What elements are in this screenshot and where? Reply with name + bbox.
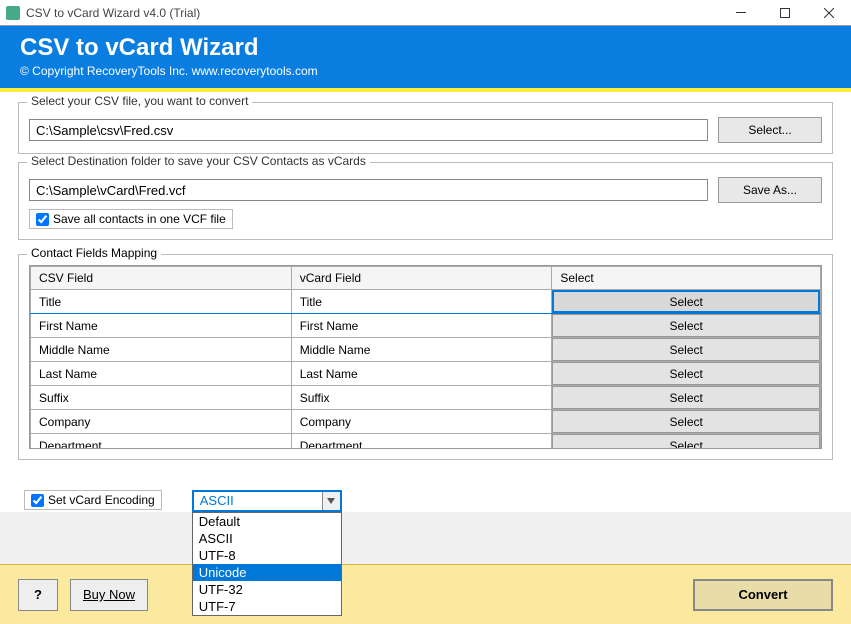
col-vcard: vCard Field: [291, 267, 552, 290]
table-row[interactable]: Last NameLast NameSelect: [31, 362, 821, 386]
encoding-checkbox[interactable]: [31, 494, 44, 507]
select-field-button[interactable]: Select: [552, 290, 820, 313]
select-field-button[interactable]: Select: [552, 362, 820, 385]
chevron-down-icon[interactable]: [322, 492, 340, 510]
csv-path-input[interactable]: [29, 119, 708, 141]
select-field-button[interactable]: Select: [552, 338, 820, 361]
encoding-option[interactable]: UTF-7: [193, 598, 341, 615]
copyright-text: © Copyright RecoveryTools Inc. www.recov…: [20, 64, 831, 78]
help-button[interactable]: ?: [18, 579, 58, 611]
titlebar: CSV to vCard Wizard v4.0 (Trial): [0, 0, 851, 26]
vcard-field-cell: Company: [291, 410, 552, 434]
vcard-field-cell: First Name: [291, 314, 552, 338]
csv-field-cell: Title: [31, 290, 292, 314]
dest-section-legend: Select Destination folder to save your C…: [27, 154, 370, 168]
save-as-button[interactable]: Save As...: [718, 177, 822, 203]
encoding-option[interactable]: Default: [193, 513, 341, 530]
table-row[interactable]: First NameFirst NameSelect: [31, 314, 821, 338]
vcard-field-cell: Title: [291, 290, 552, 314]
destination-section: Select Destination folder to save your C…: [18, 162, 833, 240]
select-cell: Select: [552, 434, 821, 450]
encoding-combo[interactable]: ASCII DefaultASCIIUTF-8UnicodeUTF-32UTF-…: [192, 490, 342, 512]
vcard-field-cell: Middle Name: [291, 338, 552, 362]
footer-bar: ? Buy Now Convert: [0, 564, 851, 624]
close-button[interactable]: [807, 0, 851, 26]
app-title: CSV to vCard Wizard: [20, 34, 831, 62]
select-cell: Select: [552, 338, 821, 362]
csv-field-cell: First Name: [31, 314, 292, 338]
csv-file-section: Select your CSV file, you want to conver…: [18, 102, 833, 154]
header-banner: CSV to vCard Wizard © Copyright Recovery…: [0, 26, 851, 88]
table-row[interactable]: CompanyCompanySelect: [31, 410, 821, 434]
select-cell: Select: [552, 314, 821, 338]
minimize-button[interactable]: [719, 0, 763, 26]
select-field-button[interactable]: Select: [552, 386, 820, 409]
encoding-option[interactable]: Unicode: [193, 564, 341, 581]
csv-field-cell: Middle Name: [31, 338, 292, 362]
encoding-checkbox-wrap[interactable]: Set vCard Encoding: [24, 490, 162, 510]
select-cell: Select: [552, 386, 821, 410]
select-field-button[interactable]: Select: [552, 314, 820, 337]
csv-field-cell: Department: [31, 434, 292, 450]
select-csv-button[interactable]: Select...: [718, 117, 822, 143]
col-csv: CSV Field: [31, 267, 292, 290]
vcard-field-cell: Suffix: [291, 386, 552, 410]
select-cell: Select: [552, 290, 821, 314]
encoding-label: Set vCard Encoding: [48, 493, 155, 507]
save-all-checkbox[interactable]: [36, 213, 49, 226]
mapping-grid[interactable]: CSV Field vCard Field Select TitleTitleS…: [29, 265, 822, 449]
app-icon: [6, 6, 20, 20]
csv-section-legend: Select your CSV file, you want to conver…: [27, 94, 252, 108]
csv-field-cell: Last Name: [31, 362, 292, 386]
table-row[interactable]: DepartmentDepartmentSelect: [31, 434, 821, 450]
select-cell: Select: [552, 410, 821, 434]
maximize-button[interactable]: [763, 0, 807, 26]
save-all-checkbox-wrap[interactable]: Save all contacts in one VCF file: [29, 209, 233, 229]
vcard-field-cell: Department: [291, 434, 552, 450]
encoding-option[interactable]: UTF-32: [193, 581, 341, 598]
select-field-button[interactable]: Select: [552, 410, 820, 433]
dest-path-input[interactable]: [29, 179, 708, 201]
col-select: Select: [552, 267, 821, 290]
save-all-label: Save all contacts in one VCF file: [53, 212, 226, 226]
window-title: CSV to vCard Wizard v4.0 (Trial): [26, 6, 719, 20]
buy-now-button[interactable]: Buy Now: [70, 579, 148, 611]
csv-field-cell: Company: [31, 410, 292, 434]
csv-field-cell: Suffix: [31, 386, 292, 410]
encoding-option[interactable]: ASCII: [193, 530, 341, 547]
mapping-legend: Contact Fields Mapping: [27, 246, 161, 260]
table-row[interactable]: Middle NameMiddle NameSelect: [31, 338, 821, 362]
select-cell: Select: [552, 362, 821, 386]
encoding-dropdown-list[interactable]: DefaultASCIIUTF-8UnicodeUTF-32UTF-7: [192, 512, 342, 616]
select-field-button[interactable]: Select: [552, 434, 820, 449]
encoding-option[interactable]: UTF-8: [193, 547, 341, 564]
encoding-value: ASCII: [194, 492, 322, 510]
mapping-section: Contact Fields Mapping CSV Field vCard F…: [18, 254, 833, 460]
convert-button[interactable]: Convert: [693, 579, 833, 611]
table-row[interactable]: SuffixSuffixSelect: [31, 386, 821, 410]
vcard-field-cell: Last Name: [291, 362, 552, 386]
table-row[interactable]: TitleTitleSelect: [31, 290, 821, 314]
mapping-header-row: CSV Field vCard Field Select: [31, 267, 821, 290]
